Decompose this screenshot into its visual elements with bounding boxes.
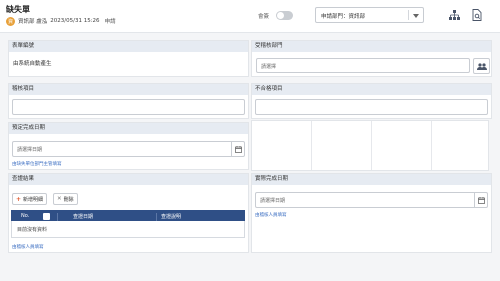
audit-item-section: 稽核項目 (8, 83, 249, 119)
actual-date-input[interactable]: 請選擇日期 (255, 192, 488, 208)
audit-result-label: 查證結果 (9, 174, 248, 185)
grid-divider (371, 121, 372, 170)
document-search-icon[interactable] (470, 8, 484, 22)
page-header: 缺失單 資 資訊部 盧泓 2023/05/31 15:26 申請 會簽 申請部門… (0, 0, 500, 33)
delete-label: 刪除 (63, 196, 74, 203)
blank-grid-area (251, 120, 489, 171)
add-detail-button[interactable]: + 新增明細 (12, 193, 48, 205)
form-number-label: 表單編號 (9, 41, 248, 52)
form-meta: 資 資訊部 盧泓 2023/05/31 15:26 申請 (6, 16, 116, 26)
delete-button[interactable]: ✕ 刪除 (53, 193, 78, 205)
inspection-dept-placeholder: 請選擇 (261, 64, 277, 70)
dept-select-value: 申請部門：資訊部 (321, 14, 366, 20)
created-datetime: 2023/05/31 15:26 (50, 18, 100, 24)
page-title: 缺失單 (6, 5, 30, 14)
planned-date-placeholder: 請選擇日期 (17, 147, 43, 153)
audit-item-input[interactable] (12, 99, 245, 115)
inspection-dept-input[interactable]: 請選擇 (256, 58, 470, 73)
col-check-date: 查證日期 (73, 214, 94, 220)
audit-table-header: No. 查證日期 查證說明 (11, 210, 245, 224)
audit-table-body: 目前沒有資料 (11, 221, 245, 238)
form-number-value: 由系統自動產生 (13, 61, 52, 67)
actual-date-section: 實際完成日期 請選擇日期 由稽核人員填寫 (251, 173, 492, 253)
cc-toggle-label: 會簽 (258, 14, 270, 20)
plus-icon: + (16, 195, 22, 203)
chevron-down-icon (413, 14, 419, 18)
empty-table-text: 目前沒有資料 (17, 227, 48, 233)
dept-select[interactable]: 申請部門：資訊部 (315, 7, 424, 23)
calendar-icon[interactable] (231, 142, 244, 156)
avatar: 資 (6, 16, 15, 26)
col-check-desc: 查證說明 (161, 214, 182, 220)
col-no: No. (21, 213, 30, 219)
cc-toggle[interactable] (276, 11, 293, 20)
org-chart-icon[interactable] (447, 8, 461, 22)
actual-date-hint: 由稽核人員填寫 (255, 213, 287, 218)
actual-date-placeholder: 請選擇日期 (260, 198, 286, 204)
add-detail-label: 新增明細 (23, 196, 44, 203)
planned-date-input[interactable]: 請選擇日期 (12, 141, 245, 157)
planned-date-label: 預定完成日期 (9, 123, 248, 134)
applicant-name: 資訊部 盧泓 (18, 19, 48, 25)
audit-result-hint: 由稽核人員填寫 (12, 245, 44, 250)
inspection-dept-section: 受稽核部門 請選擇 (251, 40, 492, 77)
actual-date-label: 實際完成日期 (252, 174, 491, 185)
select-all-checkbox[interactable] (43, 213, 50, 220)
audit-item-label: 稽核項目 (9, 84, 248, 95)
calendar-icon[interactable] (474, 193, 487, 207)
planned-date-hint: 由缺失單位部門主管填寫 (12, 162, 62, 167)
delete-icon: ✕ (57, 196, 62, 202)
nonconformity-input[interactable] (255, 99, 488, 115)
status-badge: 申請 (104, 19, 116, 25)
grid-divider (311, 121, 312, 170)
grid-divider (431, 121, 432, 170)
nonconformity-section: 不合格項目 (251, 83, 492, 119)
inspection-dept-label: 受稽核部門 (252, 41, 491, 52)
planned-date-section: 預定完成日期 請選擇日期 由缺失單位部門主管填寫 (8, 122, 249, 170)
people-icon (476, 62, 487, 70)
form-number-section: 表單編號 由系統自動產生 (8, 40, 249, 77)
nonconformity-label: 不合格項目 (252, 84, 491, 95)
dept-select-divider (408, 10, 409, 20)
select-people-button[interactable] (473, 58, 490, 74)
